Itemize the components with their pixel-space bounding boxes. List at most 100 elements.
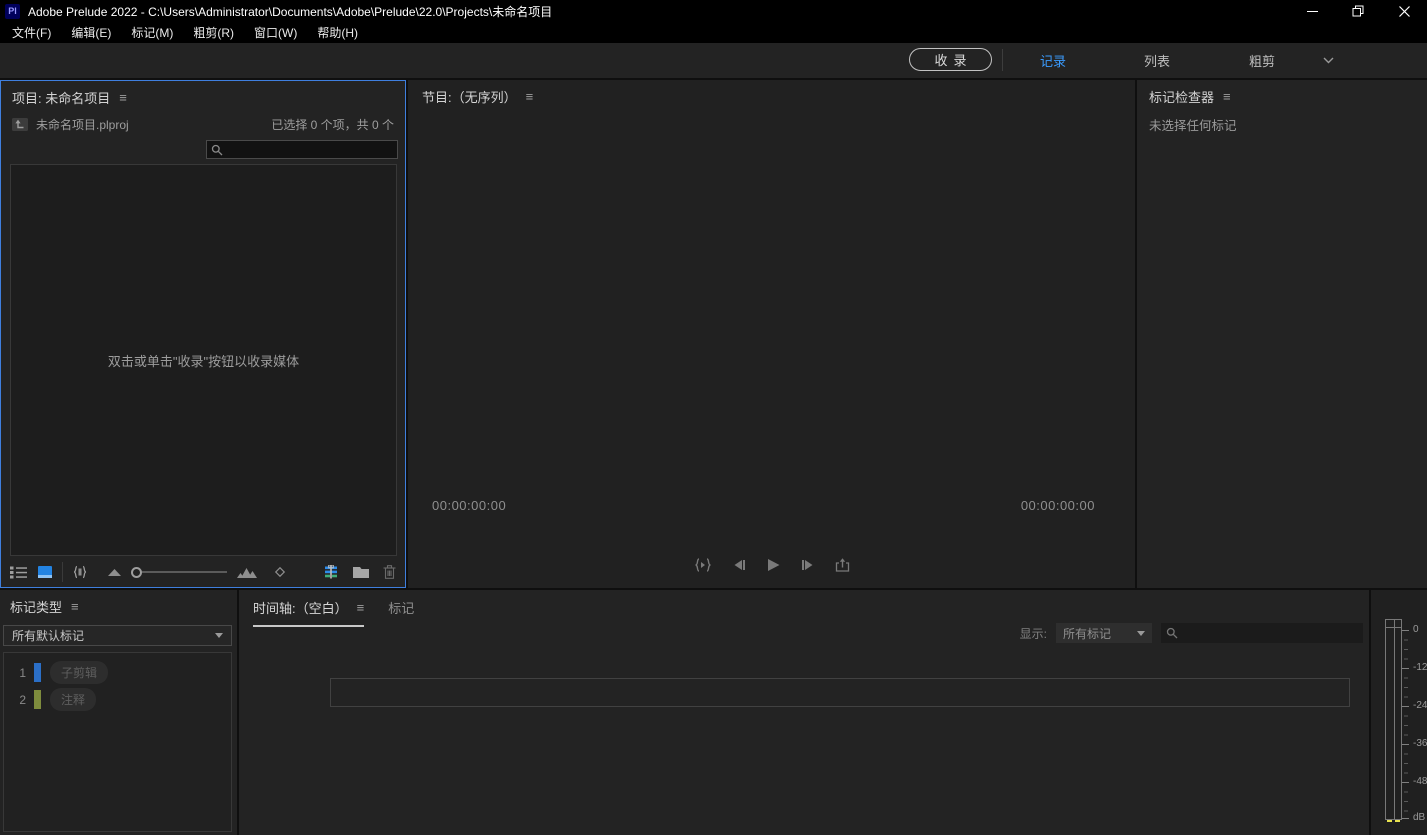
delete-button[interactable] [383, 565, 396, 579]
panel-menu-icon[interactable]: ≡ [71, 600, 79, 613]
marker-filter-row: 显示: 所有标记 [1020, 623, 1363, 643]
selection-status: 已选择 0 个项，共 0 个 [271, 116, 394, 133]
panel-menu-icon[interactable]: ≡ [119, 91, 127, 104]
duration-timecode: 00:00:00:00 [1021, 498, 1095, 513]
folder-up-icon[interactable] [12, 118, 28, 131]
marker-preset-value: 所有默认标记 [12, 627, 84, 644]
timeline-tab-label: 时间轴:（空白） [253, 598, 348, 617]
workspace-tab-list[interactable]: 列表 [1127, 43, 1187, 78]
restore-button[interactable] [1335, 0, 1381, 22]
panel-menu-icon[interactable]: ≡ [1223, 90, 1231, 103]
inspector-empty-message: 未选择任何标记 [1149, 115, 1237, 134]
search-icon [211, 144, 223, 156]
markers-tab-label: 标记 [388, 598, 414, 617]
tab-timeline[interactable]: 时间轴:（空白） ≡ [253, 598, 364, 627]
tab-markers[interactable]: 标记 [388, 598, 414, 625]
meter-tick [1402, 668, 1409, 669]
thumbnail-size-slider[interactable] [131, 567, 227, 578]
play-icon [767, 558, 780, 572]
meter-clip-divider [1386, 627, 1401, 628]
timeline-track-area[interactable] [330, 678, 1350, 707]
project-panel-title: 项目: 未命名项目 [12, 88, 110, 107]
menu-bar: 文件(F) 编辑(E) 标记(M) 粗剪(R) 窗口(W) 帮助(H) [0, 22, 1427, 43]
timeline-panel: 时间轴:（空白） ≡ 标记 显示: 所有标记 [239, 590, 1369, 835]
meter-scale-label: 0 [1413, 624, 1419, 635]
list-view-button[interactable] [10, 566, 27, 579]
meter-peak-right [1395, 820, 1400, 822]
list-view-icon [10, 566, 27, 579]
slider-knob[interactable] [131, 567, 142, 578]
project-search-input[interactable] [227, 143, 397, 157]
audio-meter-panel: 0 -12 -24 -36 -48 dB [1371, 590, 1427, 835]
thumbnail-view-icon [38, 566, 52, 578]
prelude-app: Pl Adobe Prelude 2022 - C:\Users\Adminis… [0, 0, 1427, 835]
play-button[interactable] [767, 558, 780, 572]
prelude-app-icon: Pl [5, 4, 20, 19]
chevron-down-icon [1323, 57, 1334, 64]
marker-type-panel: 标记类型 ≡ 所有默认标记 1 子剪辑 2 注释 [0, 590, 237, 835]
new-bin-button[interactable] [353, 566, 369, 578]
thumbnail-view-button[interactable] [38, 566, 52, 578]
sort-order-button[interactable] [274, 566, 286, 578]
ingest-button[interactable]: 收录 [909, 48, 992, 71]
zoom-in-button[interactable] [237, 567, 258, 578]
project-content-area[interactable]: 双击或单击"收录"按钮以收录媒体 [10, 164, 397, 556]
panel-menu-icon[interactable]: ≡ [526, 90, 534, 103]
menu-marker[interactable]: 标记(M) [121, 22, 183, 43]
workspace-overflow-button[interactable] [1316, 43, 1340, 78]
current-timecode: 00:00:00:00 [432, 498, 506, 513]
menu-roughcut[interactable]: 粗剪(R) [183, 22, 244, 43]
close-button[interactable] [1381, 0, 1427, 22]
project-search-box[interactable] [206, 140, 398, 159]
step-forward-icon [801, 559, 814, 571]
menu-edit[interactable]: 编辑(E) [61, 22, 121, 43]
window-controls [1289, 0, 1427, 22]
step-back-button[interactable] [733, 559, 746, 571]
step-forward-button[interactable] [801, 559, 814, 571]
zoom-out-button[interactable] [108, 569, 121, 576]
project-empty-message: 双击或单击"收录"按钮以收录媒体 [108, 351, 299, 370]
divider [62, 562, 63, 582]
new-search-bin-button[interactable] [323, 565, 339, 579]
meter-tick [1402, 630, 1409, 631]
menu-file[interactable]: 文件(F) [2, 22, 61, 43]
marker-preset-dropdown[interactable]: 所有默认标记 [3, 625, 232, 646]
folder-icon [353, 566, 369, 578]
panel-menu-icon[interactable]: ≡ [357, 601, 365, 614]
workspace-tab-logging[interactable]: 记录 [1023, 43, 1083, 78]
play-in-to-out-button[interactable] [694, 558, 712, 572]
menu-help[interactable]: 帮助(H) [307, 22, 368, 43]
marker-label[interactable]: 注释 [50, 688, 96, 711]
workspace-tab-roughcut[interactable]: 粗剪 [1232, 43, 1292, 78]
marker-filter-dropdown[interactable]: 所有标记 [1056, 623, 1152, 643]
project-file-name: 未命名项目.plproj [36, 116, 129, 133]
marker-type-row[interactable]: 1 子剪辑 [4, 659, 231, 686]
search-bin-icon [323, 565, 339, 579]
step-back-icon [733, 559, 746, 571]
project-root-row[interactable]: 未命名项目.plproj 已选择 0 个项，共 0 个 [1, 113, 405, 135]
marker-number: 2 [4, 693, 26, 707]
minimize-icon [1307, 6, 1318, 17]
trash-icon [383, 565, 396, 579]
marker-number: 1 [4, 666, 26, 680]
timeline-search-input[interactable] [1182, 626, 1363, 640]
minimize-button[interactable] [1289, 0, 1335, 22]
meter-scale-label: -48 [1413, 776, 1427, 787]
marker-label[interactable]: 子剪辑 [50, 661, 108, 684]
meter-minor-ticks [1404, 630, 1408, 820]
project-toolbar [1, 557, 405, 587]
clip-adjust-button[interactable] [73, 565, 87, 579]
window-title: Adobe Prelude 2022 - C:\Users\Administra… [28, 3, 552, 20]
timeline-search-box[interactable] [1161, 623, 1363, 643]
menu-window[interactable]: 窗口(W) [244, 22, 307, 43]
slider-track[interactable] [142, 571, 227, 573]
audio-meter[interactable] [1385, 619, 1402, 820]
meter-scale-label: -36 [1413, 738, 1427, 749]
export-frame-button[interactable] [835, 558, 850, 572]
monitor-panel-title: 节目:（无序列） [422, 87, 517, 106]
chevron-down-icon [215, 633, 223, 638]
meter-channel-divider [1394, 620, 1395, 819]
meter-tick [1402, 818, 1409, 819]
meter-scale-label: -24 [1413, 700, 1427, 711]
marker-type-row[interactable]: 2 注释 [4, 686, 231, 713]
